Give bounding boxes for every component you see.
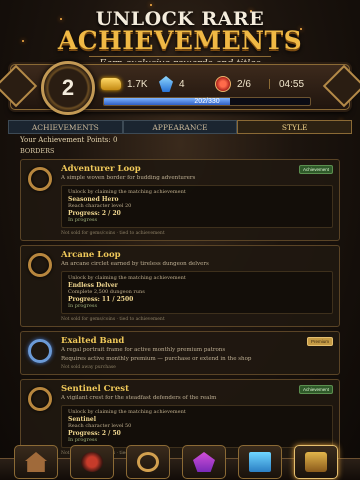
achievement-orb-icon — [215, 76, 231, 92]
level-value: 2 — [61, 75, 75, 100]
timer: 04:55 — [268, 75, 305, 93]
status-text: In progress — [68, 217, 98, 223]
card-title: Sentinel Crest — [61, 384, 130, 394]
card-description: A vigilant crest for the steadfast defen… — [61, 395, 217, 401]
progress-text: Progress: 2 / 20 — [68, 210, 121, 217]
chest-icon — [305, 452, 327, 472]
border-ring-icon — [28, 387, 52, 411]
border-card-adventurer-loop[interactable]: Achievement Adventurer Loop A simple wov… — [20, 159, 340, 241]
tab-style[interactable]: Style — [237, 120, 353, 134]
unlock-text: Requires active monthly premium — purcha… — [61, 356, 252, 362]
card-title: Adventurer Loop — [61, 164, 141, 174]
premium-badge: Premium — [306, 337, 333, 346]
tab-bar: Achievements Appearance Style — [8, 120, 353, 134]
section-borders: Borders — [20, 147, 55, 155]
nav-chest-button[interactable] — [294, 445, 338, 479]
gem-value: 4 — [179, 78, 185, 90]
achievement-badge: Achievement — [298, 385, 333, 394]
ring-icon — [137, 452, 159, 472]
unlock-text: Unlock by claiming the matching achievem… — [68, 189, 186, 195]
card-note: Not sold for gems/coins · tied to achiev… — [61, 231, 165, 236]
card-note: Not sold away purchase — [61, 365, 116, 370]
gold-counter[interactable]: 1.7K — [101, 75, 148, 93]
house-icon — [25, 452, 47, 472]
achievement-points: Your Achievement Points: 0 — [20, 136, 118, 144]
gem-icon — [159, 76, 173, 92]
border-ring-icon — [28, 167, 52, 191]
card-description: A simple woven border for budding advent… — [61, 175, 196, 181]
achievement-badge: Achievement — [298, 165, 333, 174]
unlock-text: Unlock by claiming the matching achievem… — [68, 409, 186, 415]
status-text: In progress — [68, 437, 98, 443]
gem-icon — [193, 452, 215, 472]
progress-text: Progress: 2 / 50 — [68, 430, 121, 437]
nav-gem-button[interactable] — [182, 445, 226, 479]
requirement-description: Reach character level 20 — [68, 203, 132, 209]
book-icon — [249, 452, 271, 472]
border-ring-icon — [28, 253, 52, 277]
border-card-exalted-band[interactable]: Premium Exalted Band A regal portrait fr… — [20, 331, 340, 375]
unlock-text: Unlock by claiming the matching achievem… — [68, 275, 186, 281]
status-text: In progress — [68, 303, 98, 309]
level-badge[interactable]: 2 — [41, 61, 95, 115]
requirement-description: Complete 2,500 dungeon runs — [68, 289, 145, 295]
requirement-name: Seasoned Hero — [68, 196, 119, 203]
card-description: A regal portrait frame for active monthl… — [61, 347, 226, 353]
achievement-counter[interactable]: 2/6 — [215, 75, 251, 93]
gem-counter[interactable]: 4 — [159, 75, 185, 93]
xp-text: 202/330 — [194, 98, 220, 105]
nav-battle-button[interactable] — [70, 445, 114, 479]
unlock-requirement-box: Unlock by claiming the matching achievem… — [61, 405, 333, 448]
player-status-bar: 2 1.7K 4 2/6 04:55 202/330 — [0, 61, 360, 115]
requirement-name: Endless Delver — [68, 282, 118, 289]
tab-appearance[interactable]: Appearance — [122, 120, 238, 134]
nav-town-button[interactable] — [14, 445, 58, 479]
card-title: Arcane Loop — [61, 250, 121, 260]
progress-text: Progress: 11 / 2500 — [68, 296, 134, 303]
card-description: An arcane circlet earned by tireless dun… — [61, 261, 209, 267]
unlock-requirement-box: Unlock by claiming the matching achievem… — [61, 271, 333, 314]
border-card-arcane-loop[interactable]: Arcane Loop An arcane circlet earned by … — [20, 245, 340, 327]
border-card-sentinel-crest[interactable]: Achievement Sentinel Crest A vigilant cr… — [20, 379, 340, 458]
card-note: Not sold for gems/coins · tied to achiev… — [61, 317, 165, 322]
unlock-requirement-box: Unlock by claiming the matching achievem… — [61, 185, 333, 228]
nav-book-button[interactable] — [238, 445, 282, 479]
requirement-description: Reach character level 50 — [68, 423, 132, 429]
nav-ring-button[interactable] — [126, 445, 170, 479]
bottom-nav — [0, 445, 360, 480]
timer-value: 04:55 — [279, 78, 305, 90]
demon-icon — [81, 452, 103, 472]
gold-value: 1.7K — [127, 78, 148, 90]
corner-ornament-right — [322, 64, 360, 108]
style-panel: Your Achievement Points: 0 Borders Achie… — [20, 136, 340, 458]
border-ring-icon — [28, 339, 52, 363]
card-title: Exalted Band — [61, 336, 125, 346]
achievement-count: 2/6 — [237, 78, 251, 90]
corner-ornament-left — [0, 64, 38, 108]
requirement-name: Sentinel — [68, 416, 97, 423]
gold-coins-icon — [101, 78, 121, 90]
tab-achievements[interactable]: Achievements — [8, 120, 123, 134]
